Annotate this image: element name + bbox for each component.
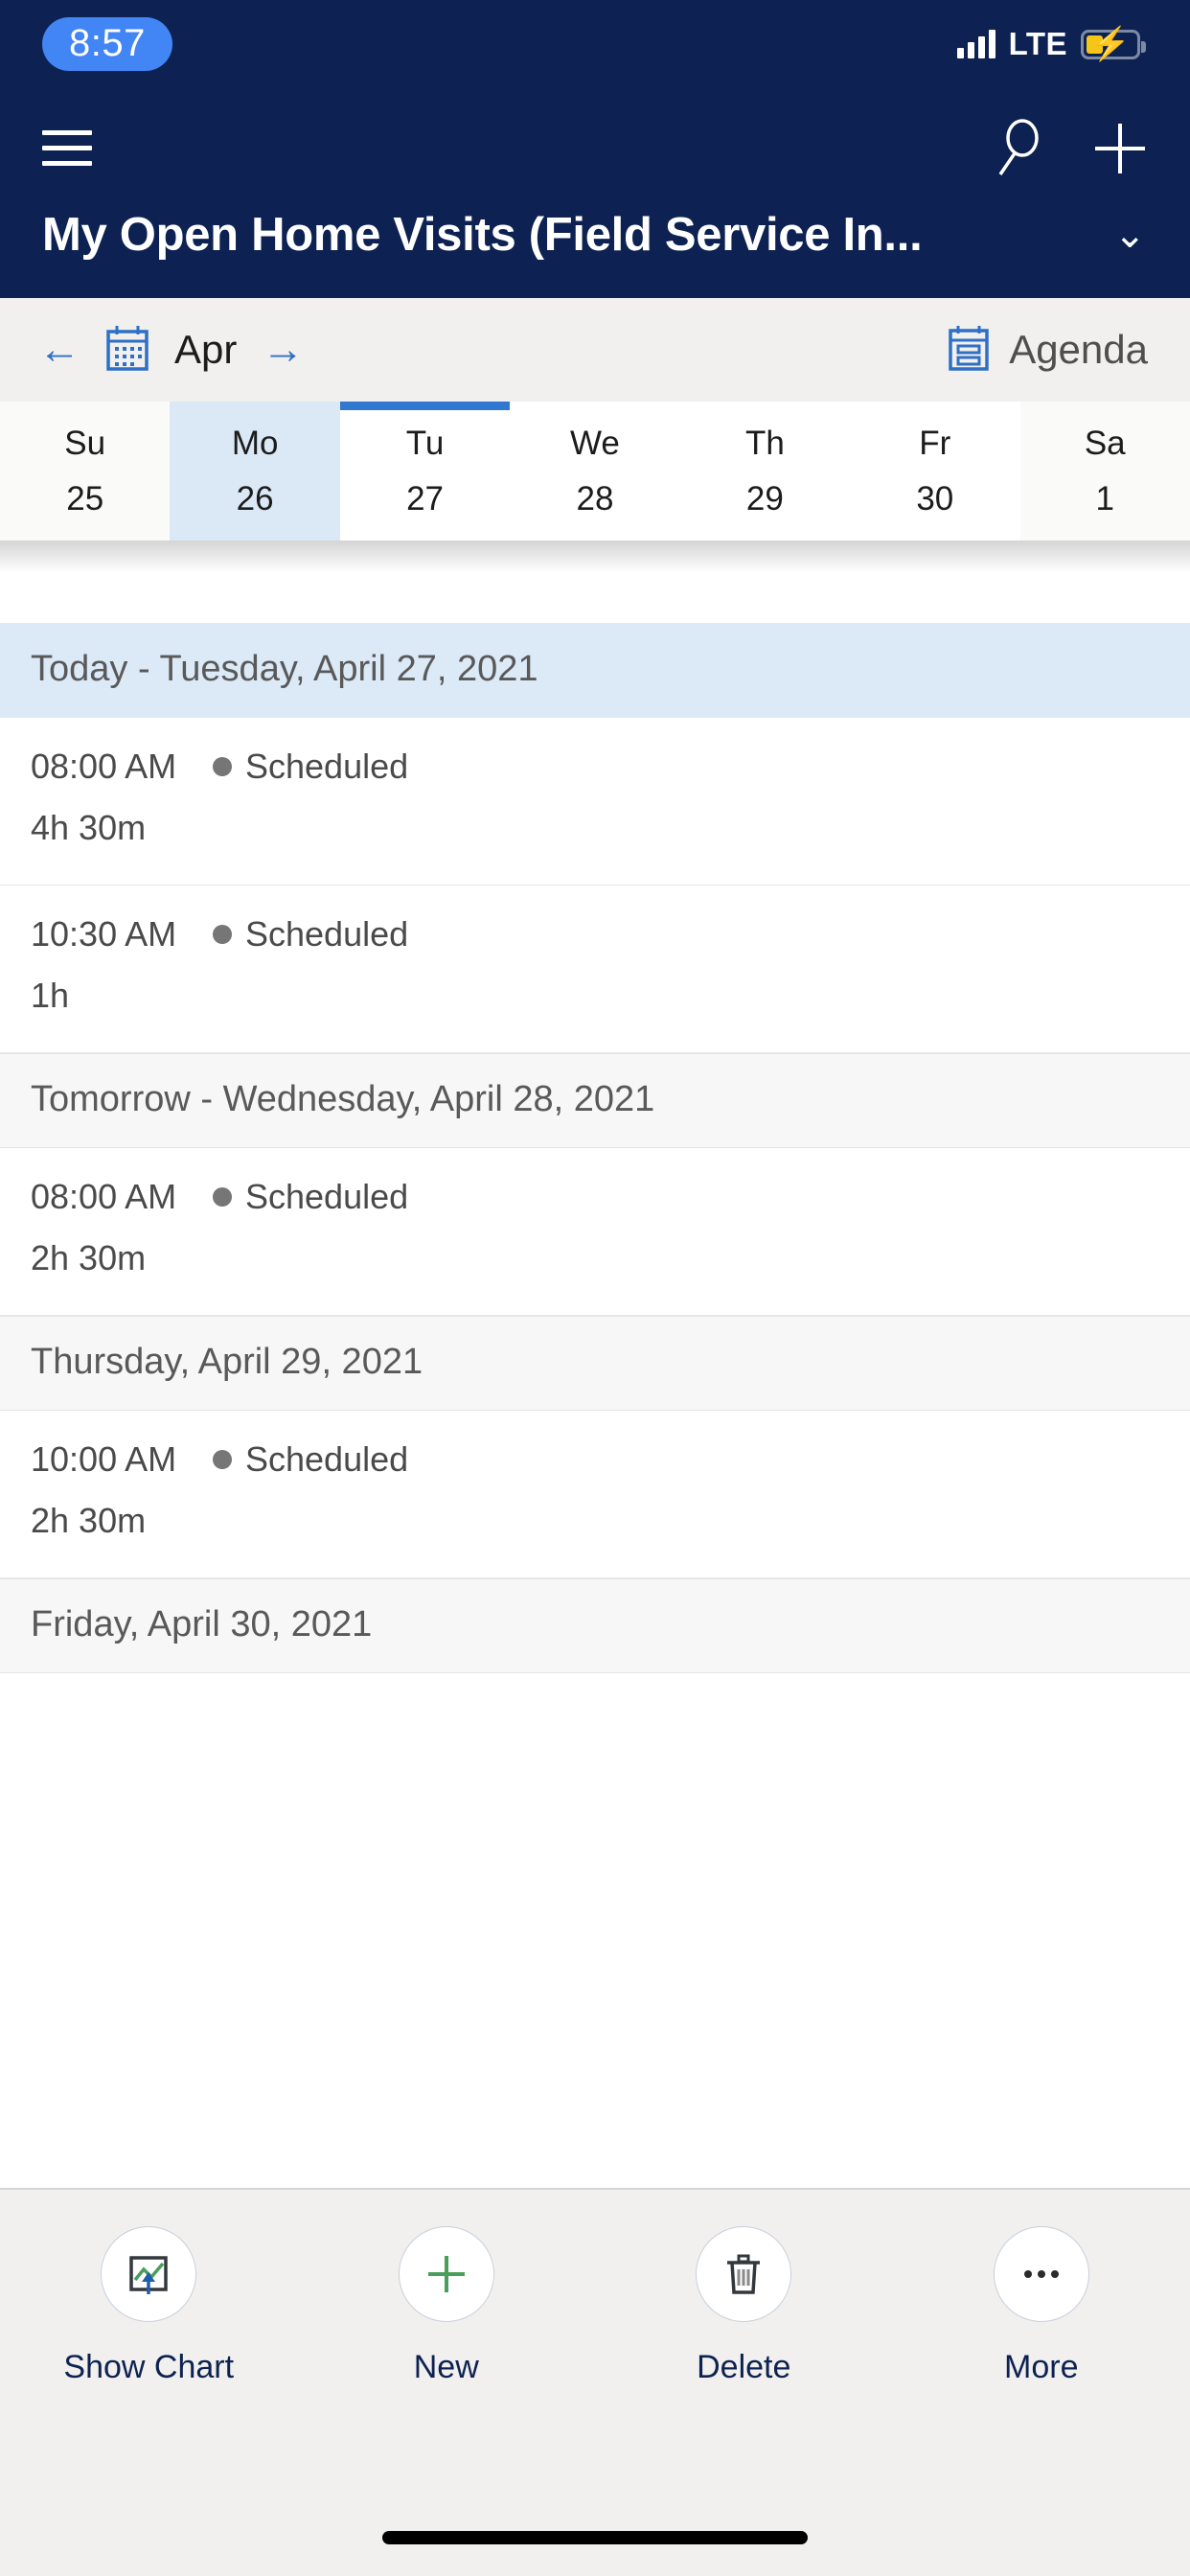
status-badge: Scheduled [245,914,409,954]
month-label: Apr [174,327,238,372]
week-day-number: 28 [576,479,614,518]
signal-bars-icon [956,30,995,58]
view-selector[interactable]: My Open Home Visits (Field Service In...… [42,208,1148,298]
strip-shadow [0,540,1190,573]
agenda-appointment-row[interactable]: 10:00 AM Scheduled 2h 30m [0,1411,1190,1578]
today-indicator-bar [339,402,511,410]
appointment-duration: 1h [31,976,70,1015]
app-bar-top-row [42,88,1148,208]
week-day-number: 26 [236,479,274,518]
appointment-duration: 4h 30m [31,808,147,847]
command-label: More [1004,2349,1079,2385]
status-dot-icon [213,757,232,776]
calendar-nav-left: ← Apr → [38,324,304,377]
calendar-nav-bar: ← Apr → Agenda [0,298,1190,402]
network-type-label: LTE [1008,26,1067,61]
status-bar-time: 8:57 [42,17,172,71]
command-bar-items: Show Chart New Delete More [0,2190,1190,2386]
agenda-day-header: Tomorrow - Wednesday, April 28, 2021 [0,1053,1190,1148]
week-day-sa[interactable]: Sa 1 [1019,402,1190,540]
command-label: New [413,2349,479,2385]
week-day-th[interactable]: Th 29 [679,402,851,540]
appointment-duration: 2h 30m [31,1238,147,1277]
hamburger-menu-icon[interactable] [42,130,92,166]
appointment-status: Scheduled [213,747,408,787]
calendar-icon[interactable] [105,324,149,377]
week-day-name: Th [744,424,785,462]
command-show-chart-button[interactable]: Show Chart [0,2226,298,2386]
appointment-time: 08:00 AM [31,1177,177,1216]
appointment-duration: 2h 30m [31,1501,147,1540]
command-delete-button[interactable]: Delete [595,2226,893,2386]
arrow-right-icon[interactable]: → [262,329,304,371]
show-chart-icon [101,2226,197,2322]
trash-icon [696,2226,792,2322]
week-day-strip: Su 25 Mo 26 Tu 27 We 28 Th 29 Fr 30 Sa 1 [0,402,1190,540]
plus-icon[interactable] [1092,121,1148,176]
agenda-view-icon [948,324,990,377]
agenda-appointment-row[interactable]: 08:00 AM Scheduled 2h 30m [0,1148,1190,1316]
appointment-status: Scheduled [213,914,408,954]
week-day-number: 1 [1095,479,1114,518]
appointment-time: 10:30 AM [31,914,177,954]
appointment-time: 10:00 AM [31,1439,177,1479]
status-badge: Scheduled [245,1177,409,1216]
week-day-fr[interactable]: Fr 30 [850,402,1020,540]
page-title: My Open Home Visits (Field Service In... [42,209,923,261]
status-dot-icon [213,1187,232,1207]
command-more-button[interactable]: More [893,2226,1190,2386]
agenda-appointment-row[interactable]: 08:00 AM Scheduled 4h 30m [0,718,1190,886]
status-badge: Scheduled [245,1439,409,1479]
week-day-name: Su [64,424,106,462]
week-day-number: 29 [745,479,784,518]
agenda-day-header: Thursday, April 29, 2021 [0,1316,1190,1411]
week-day-name: We [570,424,620,462]
week-day-name: Tu [405,424,445,462]
week-day-name: Sa [1084,424,1126,462]
status-badge: Scheduled [245,747,409,786]
week-day-tu[interactable]: Tu 27 [339,402,511,540]
command-label: Delete [697,2349,791,2385]
status-bar: 8:57 LTE ⚡ [0,0,1190,88]
status-bar-indicators: LTE ⚡ [956,26,1146,62]
appointment-status: Scheduled [213,1439,408,1480]
app-screen: 8:57 LTE ⚡ My Open Home Visits (Field Se… [0,0,1190,2576]
week-day-name: Mo [231,424,279,462]
command-bar: Show Chart New Delete More [0,2188,1190,2576]
chevron-down-icon[interactable]: ⌄ [1094,216,1146,254]
appointment-status: Scheduled [213,1177,408,1217]
battery-charging-icon: ⚡ [1081,28,1146,60]
app-bar-actions [991,118,1148,178]
agenda-top-spacer [0,573,1190,623]
command-new-button[interactable]: New [298,2226,596,2386]
status-dot-icon [213,1450,232,1469]
week-day-number: 27 [406,479,445,518]
arrow-left-icon[interactable]: ← [38,329,80,371]
week-day-number: 30 [916,479,954,518]
agenda-list[interactable]: Today - Tuesday, April 27, 2021 08:00 AM S… [0,573,1190,1673]
agenda-day-header: Today - Tuesday, April 27, 2021 [0,623,1190,718]
appointment-time: 08:00 AM [31,747,177,786]
week-day-name: Fr [919,424,951,462]
week-day-we[interactable]: We 28 [510,402,680,540]
status-dot-icon [213,925,232,944]
week-day-number: 25 [66,479,104,518]
ellipsis-icon [993,2226,1089,2322]
week-day-su[interactable]: Su 25 [0,402,171,540]
agenda-view-label: Agenda [1009,327,1148,372]
home-indicator [382,2531,808,2544]
command-label: Show Chart [63,2349,235,2385]
app-bar: My Open Home Visits (Field Service In...… [0,88,1190,298]
agenda-day-header: Friday, April 30, 2021 [0,1578,1190,1673]
plus-icon [398,2226,494,2322]
week-day-mo[interactable]: Mo 26 [170,402,340,540]
search-icon[interactable] [991,118,1044,178]
agenda-appointment-row[interactable]: 10:30 AM Scheduled 1h [0,886,1190,1053]
view-switch-agenda[interactable]: Agenda [948,324,1148,377]
